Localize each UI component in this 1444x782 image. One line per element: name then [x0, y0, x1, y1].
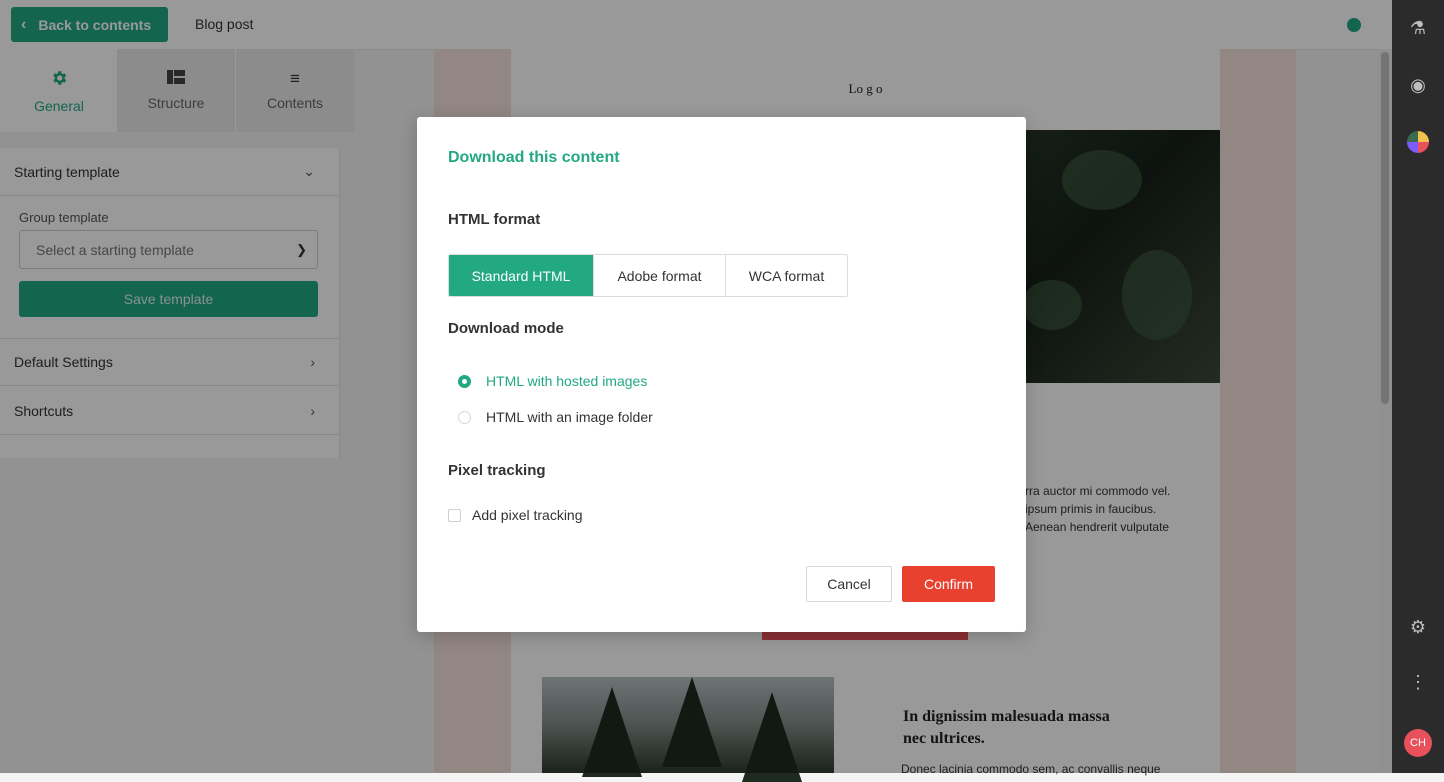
- mode-hosted-images[interactable]: HTML with hosted images: [458, 373, 647, 389]
- eye-icon[interactable]: ◉: [1392, 75, 1444, 96]
- download-modal: Download this content HTML format Standa…: [417, 117, 1026, 632]
- cancel-button[interactable]: Cancel: [806, 566, 892, 602]
- right-rail: ⚗ ◉ ⚙ ⋮ CH: [1392, 0, 1444, 773]
- more-icon[interactable]: ⋮: [1392, 672, 1444, 693]
- pixel-tracking-label: Pixel tracking: [448, 462, 546, 479]
- pixel-tracking-option-label: Add pixel tracking: [472, 507, 583, 523]
- checkbox-icon: [448, 508, 461, 522]
- radio-unselected-icon: [458, 410, 471, 424]
- radio-selected-icon: [458, 374, 471, 388]
- format-standard-html[interactable]: Standard HTML: [449, 255, 594, 296]
- confirm-button[interactable]: Confirm: [902, 566, 995, 602]
- palette-icon[interactable]: [1407, 131, 1429, 153]
- format-adobe[interactable]: Adobe format: [594, 255, 726, 296]
- mode-hosted-images-label: HTML with hosted images: [486, 373, 648, 389]
- html-format-selector: Standard HTML Adobe format WCA format: [448, 254, 848, 297]
- avatar[interactable]: CH: [1404, 729, 1432, 757]
- modal-title: Download this content: [448, 149, 620, 166]
- download-mode-label: Download mode: [448, 320, 564, 337]
- flask-icon[interactable]: ⚗: [1392, 18, 1444, 39]
- gear-icon[interactable]: ⚙: [1392, 617, 1444, 638]
- format-wca[interactable]: WCA format: [726, 255, 847, 296]
- html-format-label: HTML format: [448, 211, 541, 228]
- mode-image-folder-label: HTML with an image folder: [486, 409, 653, 425]
- mode-image-folder[interactable]: HTML with an image folder: [458, 409, 653, 425]
- pixel-tracking-option[interactable]: Add pixel tracking: [448, 507, 583, 523]
